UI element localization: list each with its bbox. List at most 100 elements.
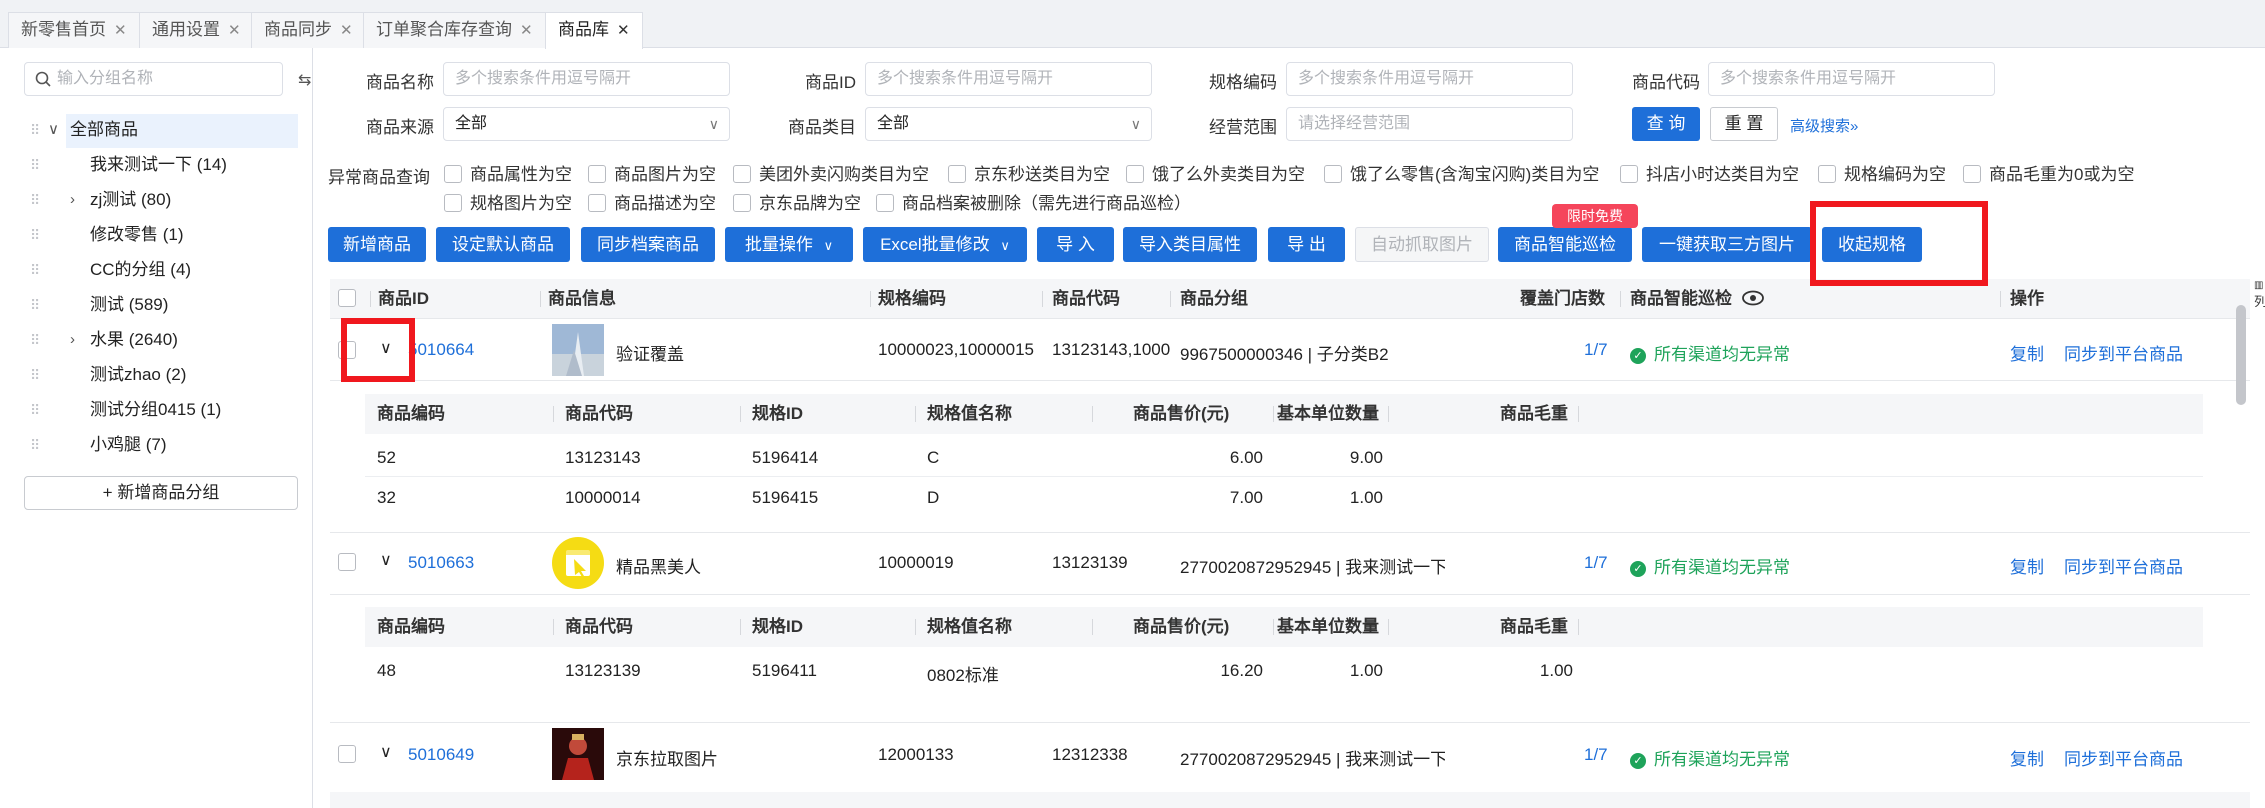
import-button[interactable]: 导 入 — [1037, 227, 1114, 262]
abnormal-option[interactable]: 商品毛重为0或为空 — [1963, 160, 2134, 185]
product-code-input[interactable]: 多个搜索条件用逗号隔开 — [1708, 62, 1995, 96]
copy-link[interactable]: 复制 — [2010, 745, 2044, 770]
fetch-third-image-button[interactable]: 一键获取三方图片 — [1642, 227, 1812, 262]
eye-icon[interactable] — [1741, 290, 1765, 306]
product-source-select[interactable]: 全部 ∨ — [443, 107, 730, 141]
sync-platform-link[interactable]: 同步到平台商品 — [2064, 745, 2183, 770]
row-checkbox[interactable] — [338, 553, 356, 571]
close-icon[interactable]: ✕ — [228, 22, 241, 39]
drag-handle-icon[interactable]: ⠿ — [30, 149, 40, 181]
product-id-link[interactable]: 5010649 — [408, 745, 474, 765]
import-category-button[interactable]: 导入类目属性 — [1123, 227, 1257, 262]
tree-item-group[interactable]: ⠿ CC的分组 (4) — [0, 254, 300, 286]
checkbox[interactable] — [948, 165, 966, 184]
sync-platform-link[interactable]: 同步到平台商品 — [2064, 340, 2183, 365]
checkbox[interactable] — [1324, 165, 1342, 184]
product-id-link[interactable]: 5010664 — [408, 340, 474, 360]
checkbox[interactable] — [876, 194, 894, 213]
product-id-input[interactable]: 多个搜索条件用逗号隔开 — [865, 62, 1152, 96]
tab-home[interactable]: 新零售首页 ✕ — [8, 12, 140, 48]
tree-item-group[interactable]: ⠿ 测试分组0415 (1) — [0, 394, 300, 426]
checkbox[interactable] — [444, 194, 462, 213]
checkbox[interactable] — [733, 165, 751, 184]
tree-item-group[interactable]: ⠿ 测试 (589) — [0, 289, 300, 321]
tab-general-settings[interactable]: 通用设置 ✕ — [139, 12, 254, 48]
expand-chevron-icon[interactable]: ∨ — [380, 742, 392, 762]
chevron-right-icon[interactable]: › — [70, 184, 75, 216]
collapse-sidebar-icon[interactable]: ⇆ — [298, 70, 311, 90]
close-icon[interactable]: ✕ — [617, 22, 630, 39]
excel-batch-button[interactable]: Excel批量修改 ∨ — [863, 227, 1027, 262]
store-coverage-link[interactable]: 1/7 — [1584, 745, 1608, 765]
abnormal-option[interactable]: 京东品牌为空 — [733, 189, 861, 214]
drag-handle-icon[interactable]: ⠿ — [30, 394, 40, 426]
tree-item-group[interactable]: ⠿ 修改零售 (1) — [0, 219, 300, 251]
drag-handle-icon[interactable]: ⠿ — [30, 184, 40, 216]
drag-handle-icon[interactable]: ⠿ — [30, 219, 40, 251]
tree-item-group[interactable]: ⠿ › zj测试 (80) — [0, 184, 300, 216]
group-search-input[interactable] — [57, 67, 277, 91]
drag-handle-icon[interactable]: ⠿ — [30, 289, 40, 321]
tree-item-group[interactable]: ⠿ 测试zhao (2) — [0, 359, 300, 391]
tree-item-group[interactable]: ⠿ 我来测试一下 (14) — [0, 149, 300, 181]
vertical-scrollbar[interactable] — [2236, 305, 2246, 405]
spec-code-input[interactable]: 多个搜索条件用逗号隔开 — [1286, 62, 1573, 96]
expand-chevron-icon[interactable]: ∨ — [380, 550, 392, 570]
store-coverage-link[interactable]: 1/7 — [1584, 553, 1608, 573]
query-button[interactable]: 查 询 — [1632, 107, 1700, 141]
chevron-right-icon[interactable]: › — [70, 324, 75, 356]
abnormal-option[interactable]: 商品描述为空 — [588, 189, 716, 214]
close-icon[interactable]: ✕ — [114, 22, 127, 39]
abnormal-option[interactable]: 饿了么外卖类目为空 — [1126, 160, 1305, 185]
abnormal-option[interactable]: 抖店小时达类目为空 — [1620, 160, 1799, 185]
close-icon[interactable]: ✕ — [520, 22, 533, 39]
abnormal-option[interactable]: 美团外卖闪购类目为空 — [733, 160, 929, 185]
checkbox[interactable] — [1963, 165, 1981, 184]
set-default-button[interactable]: 设定默认商品 — [436, 227, 570, 262]
checkbox[interactable] — [1620, 165, 1638, 184]
add-group-button[interactable]: + 新增商品分组 — [24, 476, 298, 510]
select-all-checkbox[interactable] — [338, 289, 356, 307]
batch-operation-button[interactable]: 批量操作 ∨ — [725, 227, 853, 262]
reset-button[interactable]: 重 置 — [1710, 107, 1778, 141]
product-name-input[interactable]: 多个搜索条件用逗号隔开 — [443, 62, 730, 96]
abnormal-option[interactable]: 京东秒送类目为空 — [948, 160, 1110, 185]
auto-fetch-image-button[interactable]: 自动抓取图片 — [1355, 227, 1489, 262]
product-id-link[interactable]: 5010663 — [408, 553, 474, 573]
checkbox[interactable] — [1126, 165, 1144, 184]
copy-link[interactable]: 复制 — [2010, 553, 2044, 578]
group-search[interactable] — [24, 62, 283, 96]
checkbox[interactable] — [1818, 165, 1836, 184]
tab-order-stock-query[interactable]: 订单聚合库存查询 ✕ — [363, 12, 546, 48]
business-scope-select[interactable]: 请选择经营范围 — [1286, 107, 1573, 141]
store-coverage-link[interactable]: 1/7 — [1584, 340, 1608, 360]
smart-inspect-button[interactable]: 商品智能巡检 — [1498, 227, 1632, 262]
checkbox[interactable] — [444, 165, 462, 184]
checkbox[interactable] — [588, 194, 606, 213]
tab-product-library[interactable]: 商品库 ✕ — [545, 12, 643, 49]
export-button[interactable]: 导 出 — [1268, 227, 1345, 262]
drag-handle-icon[interactable]: ⠿ — [30, 429, 40, 461]
drag-handle-icon[interactable]: ⠿ — [30, 324, 40, 356]
tree-item-group[interactable]: ⠿ 小鸡腿 (7) — [0, 429, 300, 461]
drag-handle-icon[interactable]: ⠿ — [30, 114, 40, 146]
abnormal-option[interactable]: 饿了么零售(含淘宝闪购)类目为空 — [1324, 160, 1599, 185]
chevron-down-icon[interactable]: ∨ — [48, 114, 59, 146]
add-product-button[interactable]: 新增商品 — [328, 227, 426, 262]
drag-handle-icon[interactable]: ⠿ — [30, 359, 40, 391]
abnormal-option[interactable]: 商品属性为空 — [444, 160, 572, 185]
checkbox[interactable] — [588, 165, 606, 184]
abnormal-option[interactable]: 规格编码为空 — [1818, 160, 1946, 185]
checkbox[interactable] — [733, 194, 751, 213]
sync-archive-button[interactable]: 同步档案商品 — [581, 227, 715, 262]
row-checkbox[interactable] — [338, 745, 356, 763]
abnormal-option[interactable]: 商品图片为空 — [588, 160, 716, 185]
tab-product-sync[interactable]: 商品同步 ✕ — [251, 12, 366, 48]
tree-item-all[interactable]: ⠿ ∨ 全部商品 — [0, 114, 300, 146]
copy-link[interactable]: 复制 — [2010, 340, 2044, 365]
tree-item-group[interactable]: ⠿ › 水果 (2640) — [0, 324, 300, 356]
close-icon[interactable]: ✕ — [340, 22, 353, 39]
advanced-search-link[interactable]: 高级搜索» — [1790, 115, 1858, 136]
sync-platform-link[interactable]: 同步到平台商品 — [2064, 553, 2183, 578]
abnormal-option[interactable]: 商品档案被删除（需先进行商品巡检） — [876, 189, 1191, 214]
